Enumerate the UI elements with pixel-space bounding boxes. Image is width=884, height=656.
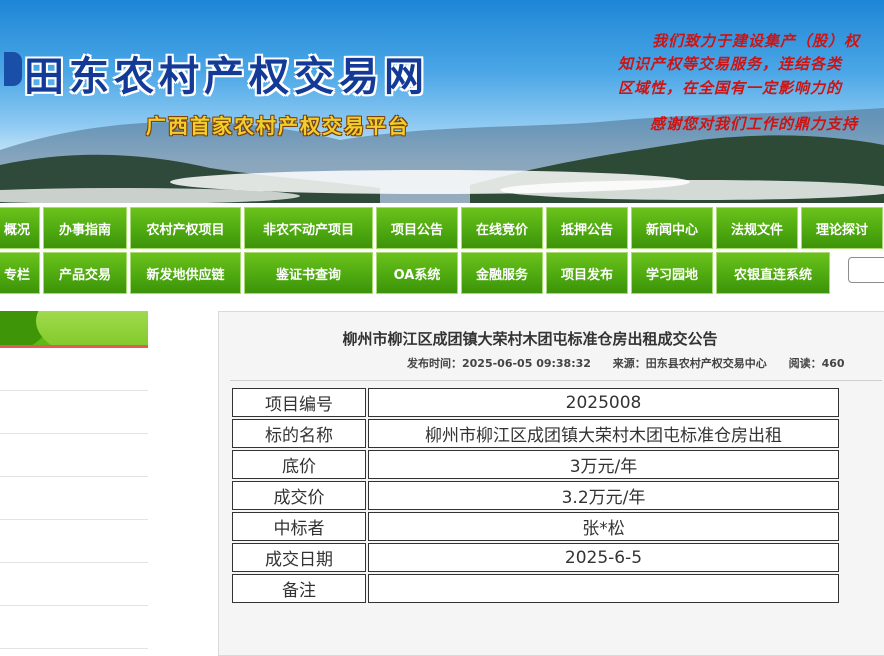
article-source: 来源：田东县农村产权交易中心 (612, 357, 767, 370)
sidebar-list (0, 348, 148, 649)
slogan-line: 区域性，在全国有一定影响力的 (618, 79, 843, 97)
read-count: 阅读：460 (788, 357, 845, 370)
table-key: 项目编号 (232, 388, 366, 417)
table-key: 成交日期 (232, 543, 366, 572)
sidebar-item[interactable] (0, 391, 148, 434)
nav-item-theory[interactable]: 理论探讨 (801, 207, 883, 249)
table-row: 成交价 3.2万元/年 (232, 481, 839, 510)
table-row: 成交日期 2025-6-5 (232, 543, 839, 572)
meta-divider (230, 380, 882, 381)
nav-item-guide[interactable]: 办事指南 (43, 207, 127, 249)
table-value: 3.2万元/年 (368, 481, 839, 510)
sidebar-item[interactable] (0, 520, 148, 563)
site-banner: 田东农村产权交易网 广西首家农村产权交易平台 我们致力于建设集产（股）权 知识产… (0, 0, 884, 203)
publish-time: 发布时间：2025-06-05 09:38:32 (407, 357, 591, 370)
table-row: 底价 3万元/年 (232, 450, 839, 479)
nav-item-overview[interactable]: 概况 (0, 207, 40, 249)
table-row: 标的名称 柳州市柳江区成团镇大荣村木团屯标准仓房出租 (232, 419, 839, 448)
main-nav: 概况 办事指南 农村产权项目 非农不动产项目 项目公告 在线竞价 抵押公告 新闻… (0, 205, 884, 297)
table-value: 3万元/年 (368, 450, 839, 479)
table-value: 2025-6-5 (368, 543, 839, 572)
sidebar-item[interactable] (0, 563, 148, 606)
site-logo-icon (4, 52, 22, 86)
table-key: 标的名称 (232, 419, 366, 448)
search-input[interactable] (848, 257, 884, 283)
nav-item-certificate-query[interactable]: 鉴证书查询 (244, 252, 373, 294)
nav-item-project-publish[interactable]: 项目发布 (546, 252, 628, 294)
table-value: 张*松 (368, 512, 839, 541)
table-row: 备注 (232, 574, 839, 603)
nav-item-non-agri-property[interactable]: 非农不动产项目 (244, 207, 373, 249)
table-key: 中标者 (232, 512, 366, 541)
sidebar-item[interactable] (0, 434, 148, 477)
article-meta: 发布时间：2025-06-05 09:38:32 来源：田东县农村产权交易中心 … (407, 355, 849, 371)
sidebar-item[interactable] (0, 348, 148, 391)
transaction-info-table: 项目编号 2025008 标的名称 柳州市柳江区成团镇大荣村木团屯标准仓房出租 … (230, 386, 841, 605)
sidebar-item[interactable] (0, 477, 148, 520)
table-key: 成交价 (232, 481, 366, 510)
table-row: 中标者 张*松 (232, 512, 839, 541)
table-value: 2025008 (368, 388, 839, 417)
nav-item-column[interactable]: 专栏 (0, 252, 40, 294)
slogan-line: 我们致力于建设集产（股）权 (652, 32, 861, 50)
nav-item-study[interactable]: 学习园地 (631, 252, 713, 294)
nav-item-finance[interactable]: 金融服务 (461, 252, 543, 294)
nav-item-regulations[interactable]: 法规文件 (716, 207, 798, 249)
site-subtitle: 广西首家农村产权交易平台 (146, 114, 410, 138)
table-value: 柳州市柳江区成团镇大荣村木团屯标准仓房出租 (368, 419, 839, 448)
nav-item-bank-direct[interactable]: 农银直连系统 (716, 252, 830, 294)
sidebar-item[interactable] (0, 606, 148, 649)
nav-item-online-bidding[interactable]: 在线竞价 (461, 207, 543, 249)
table-key: 备注 (232, 574, 366, 603)
nav-item-project-notice[interactable]: 项目公告 (376, 207, 458, 249)
table-row: 项目编号 2025008 (232, 388, 839, 417)
slogan-line: 知识产权等交易服务，连结各类 (618, 55, 843, 73)
nav-item-xinfadi-supply[interactable]: 新发地供应链 (130, 252, 241, 294)
slogan-line: 感谢您对我们工作的鼎力支持 (650, 115, 859, 133)
table-value (368, 574, 839, 603)
article-title: 柳州市柳江区成团镇大荣村木团屯标准仓房出租成交公告 (342, 330, 718, 348)
nav-item-mortgage-notice[interactable]: 抵押公告 (546, 207, 628, 249)
nav-item-rural-property[interactable]: 农村产权项目 (130, 207, 241, 249)
nav-item-oa-system[interactable]: OA系统 (376, 252, 458, 294)
nav-item-news-center[interactable]: 新闻中心 (631, 207, 713, 249)
nav-item-product-trade[interactable]: 产品交易 (43, 252, 127, 294)
table-key: 底价 (232, 450, 366, 479)
site-title: 田东农村产权交易网 (24, 53, 429, 100)
